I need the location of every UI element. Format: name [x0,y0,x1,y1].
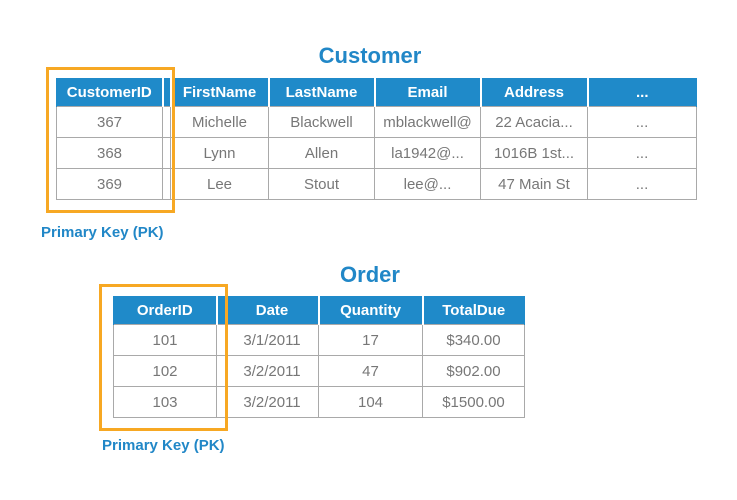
customer-col-address: Address [479,78,589,107]
order-cell-date: 3/1/2011 [225,324,319,356]
customer-cell-email: la1942@... [374,137,481,169]
customer-cell-more: ... [587,168,697,200]
customer-primary-key-highlight [46,67,175,213]
customer-cell-address: 1016B 1st... [480,137,588,169]
customer-table-title: Customer [318,43,422,68]
order-cell-quantity: 17 [318,324,423,356]
order-cell-date: 3/2/2011 [225,355,319,387]
customer-cell-lastname: Stout [268,168,375,200]
customer-primary-key-label: Primary Key (PK) [41,224,164,241]
order-primary-key-highlight [99,284,228,431]
order-table-title: Order [340,262,400,287]
customer-cell-more: ... [587,137,697,169]
order-col-quantity: Quantity [317,296,424,325]
customer-cell-email: mblackwell@ [374,106,481,138]
customer-cell-lastname: Allen [268,137,375,169]
order-col-totaldue: TotalDue [421,296,525,325]
customer-col-email: Email [373,78,482,107]
customer-cell-firstname: Lynn [170,137,269,169]
customer-col-more: ... [586,78,697,107]
order-cell-totaldue: $1500.00 [422,386,525,418]
customer-cell-firstname: Lee [170,168,269,200]
customer-col-firstname: FirstName [169,78,270,107]
customer-cell-address: 22 Acacia... [480,106,588,138]
customer-cell-more: ... [587,106,697,138]
order-primary-key-label: Primary Key (PK) [102,437,225,454]
customer-col-lastname: LastName [267,78,376,107]
order-cell-date: 3/2/2011 [225,386,319,418]
order-col-date: Date [224,296,320,325]
customer-cell-email: lee@... [374,168,481,200]
customer-cell-lastname: Blackwell [268,106,375,138]
order-cell-totaldue: $340.00 [422,324,525,356]
order-cell-quantity: 104 [318,386,423,418]
customer-cell-firstname: Michelle [170,106,269,138]
order-cell-quantity: 47 [318,355,423,387]
customer-cell-address: 47 Main St [480,168,588,200]
order-cell-totaldue: $902.00 [422,355,525,387]
